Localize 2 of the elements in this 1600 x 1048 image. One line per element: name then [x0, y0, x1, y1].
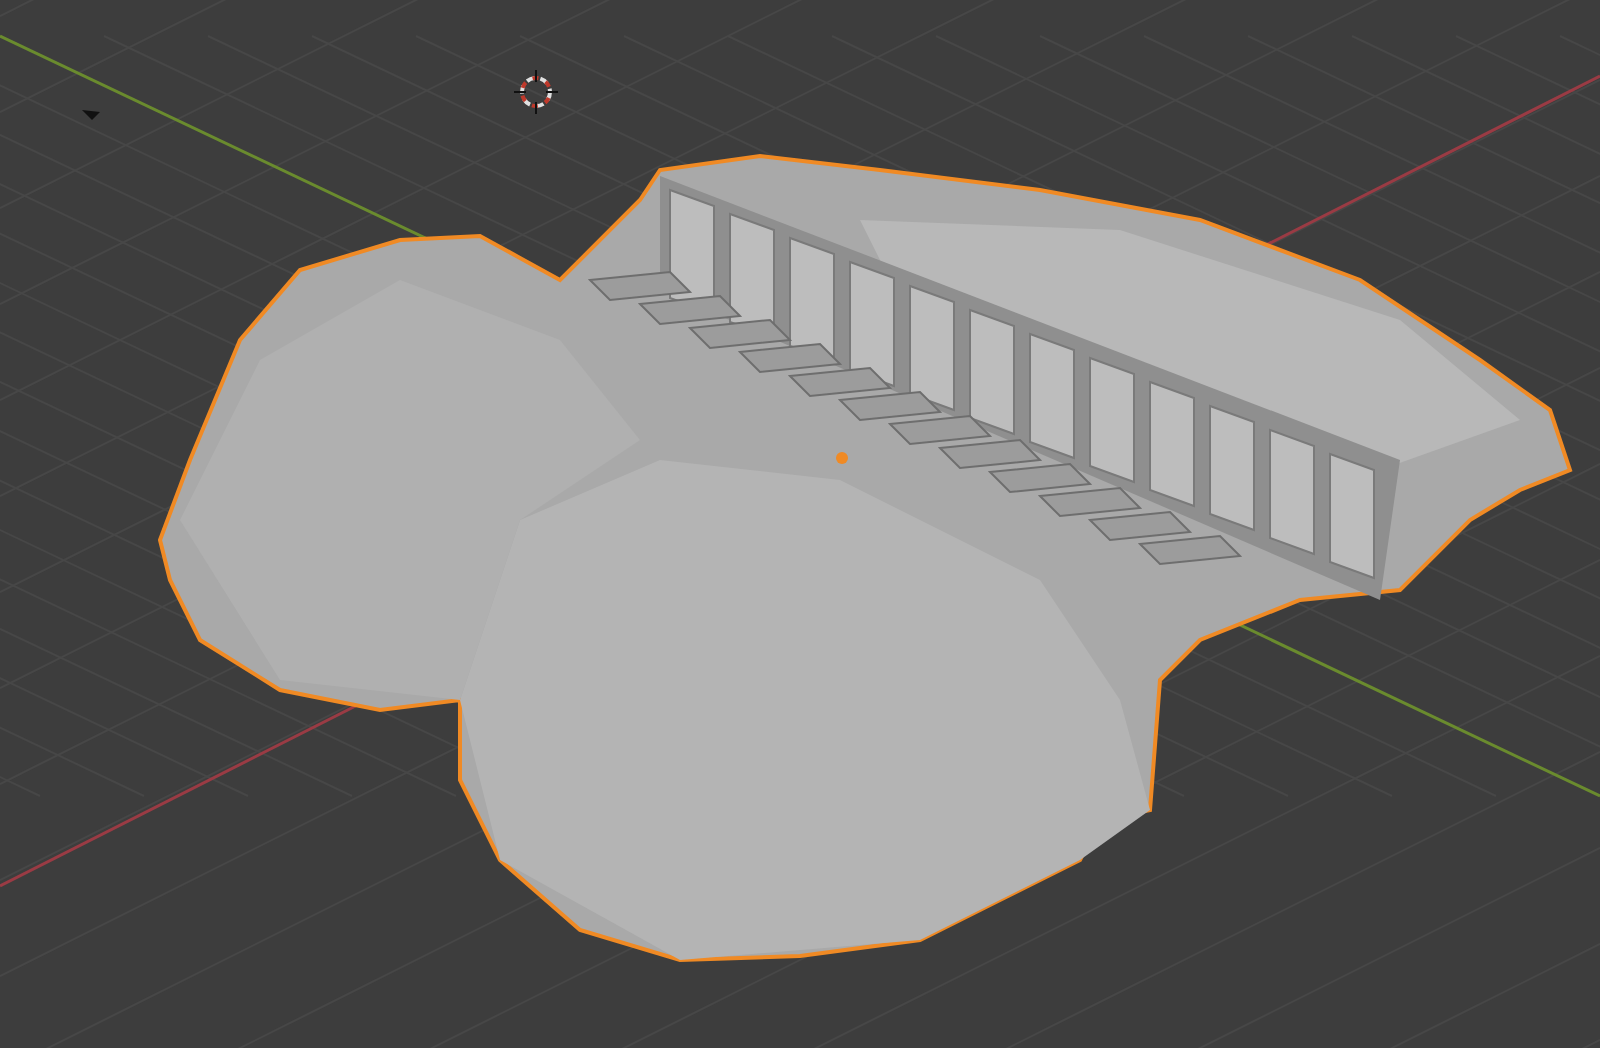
- cursor-crosshair-icon[interactable]: [513, 69, 559, 115]
- rock-mesh-drawing[interactable]: [157, 154, 1573, 962]
